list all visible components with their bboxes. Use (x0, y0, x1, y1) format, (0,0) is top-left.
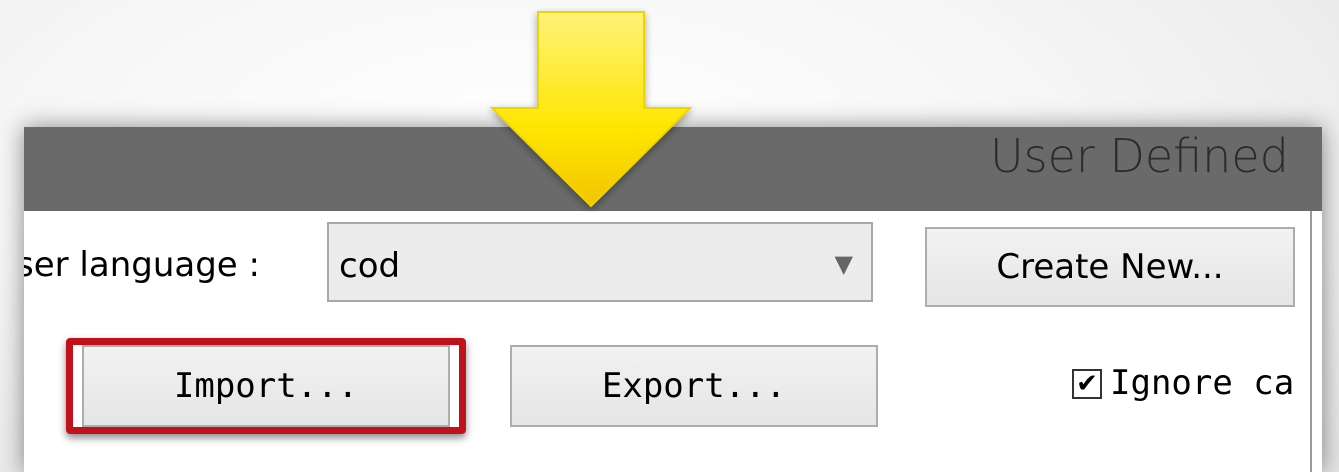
arrow-down-icon (489, 11, 693, 208)
chevron-down-icon[interactable]: ▼ (835, 250, 853, 278)
ignore-case-checkbox[interactable]: ✔ (1072, 369, 1102, 399)
export-button[interactable]: Export... (510, 345, 878, 427)
window-title: User Defined (990, 129, 1289, 183)
ignore-case-label[interactable]: Ignore ca (1110, 363, 1294, 403)
create-new-button[interactable]: Create New... (925, 227, 1295, 307)
user-language-select[interactable]: cod ▼ (327, 222, 873, 302)
dialog-body: ser language : cod ▼ Create New... Impor… (24, 211, 1312, 472)
checkmark-icon: ✔ (1076, 369, 1098, 399)
user-language-value: cod (339, 246, 401, 286)
import-highlight-frame (66, 338, 466, 434)
user-language-label: ser language : (24, 245, 260, 285)
